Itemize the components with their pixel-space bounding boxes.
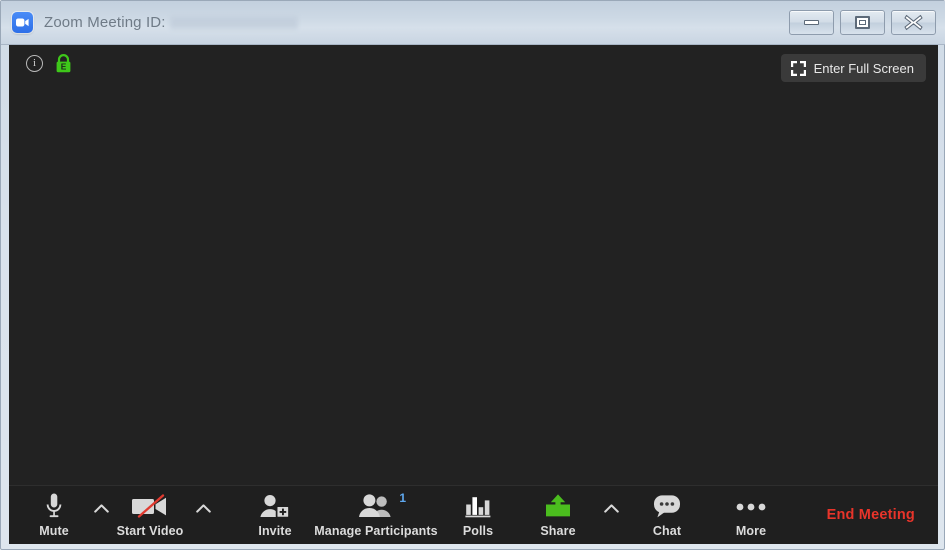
- participants-icon: 1: [356, 492, 406, 519]
- share-label: Share: [540, 524, 576, 538]
- share-screen-button[interactable]: Share: [521, 486, 595, 544]
- meeting-id-redacted: [169, 15, 298, 30]
- chat-label: Chat: [652, 524, 682, 538]
- start-video-button[interactable]: Start Video: [110, 486, 190, 544]
- restore-icon: [855, 16, 870, 29]
- chevron-up-icon: [195, 504, 211, 513]
- window-titlebar[interactable]: Zoom Meeting ID:: [1, 1, 945, 45]
- manage-participants-label: Manage Participants: [314, 524, 438, 538]
- chevron-up-icon: [93, 504, 109, 513]
- share-options-chevron[interactable]: [599, 486, 623, 544]
- enter-full-screen-button[interactable]: Enter Full Screen: [780, 54, 926, 82]
- more-label: More: [735, 524, 767, 538]
- manage-participants-button[interactable]: 1 Manage Participants: [301, 486, 451, 544]
- polls-button[interactable]: Polls: [441, 486, 515, 544]
- minimize-button[interactable]: [789, 10, 834, 35]
- zoom-meeting-window: Zoom Meeting ID: i E Enter Full Screen M…: [0, 0, 945, 550]
- microphone-icon: [45, 492, 63, 519]
- invite-label: Invite: [258, 524, 292, 538]
- window-title: Zoom Meeting ID:: [44, 14, 166, 31]
- window-controls: [789, 10, 936, 35]
- zoom-logo-icon: [12, 12, 33, 33]
- poll-bar-chart-icon: [464, 492, 492, 519]
- stage-status-icons: i E: [26, 54, 72, 73]
- invite-person-add-icon: [259, 492, 291, 519]
- info-icon[interactable]: i: [26, 55, 43, 72]
- more-dots-icon: [734, 492, 768, 519]
- fullscreen-expand-icon: [790, 60, 806, 76]
- video-off-icon: [130, 492, 170, 519]
- close-button[interactable]: [891, 10, 936, 35]
- chat-button[interactable]: Chat: [632, 486, 702, 544]
- video-options-chevron[interactable]: [191, 486, 215, 544]
- share-screen-icon: [543, 492, 573, 519]
- participant-count-badge: 1: [399, 491, 406, 505]
- mute-button[interactable]: Mute: [25, 486, 83, 544]
- chevron-up-icon: [603, 504, 619, 513]
- mute-label: Mute: [39, 524, 69, 538]
- end-meeting-button[interactable]: End Meeting: [827, 486, 915, 544]
- restore-button[interactable]: [840, 10, 885, 35]
- chat-bubble-icon: [651, 492, 683, 519]
- minimize-icon: [804, 20, 819, 25]
- meeting-toolbar: Mute Start Video Invite 1 Manage Partici…: [9, 485, 938, 544]
- enter-full-screen-label: Enter Full Screen: [813, 60, 914, 76]
- polls-label: Polls: [462, 524, 494, 538]
- close-icon: [904, 14, 923, 31]
- svg-text:E: E: [61, 61, 67, 71]
- more-button[interactable]: More: [716, 486, 786, 544]
- start-video-label: Start Video: [116, 524, 184, 538]
- video-stage: i E Enter Full Screen: [9, 45, 938, 485]
- encryption-lock-icon[interactable]: E: [55, 54, 72, 73]
